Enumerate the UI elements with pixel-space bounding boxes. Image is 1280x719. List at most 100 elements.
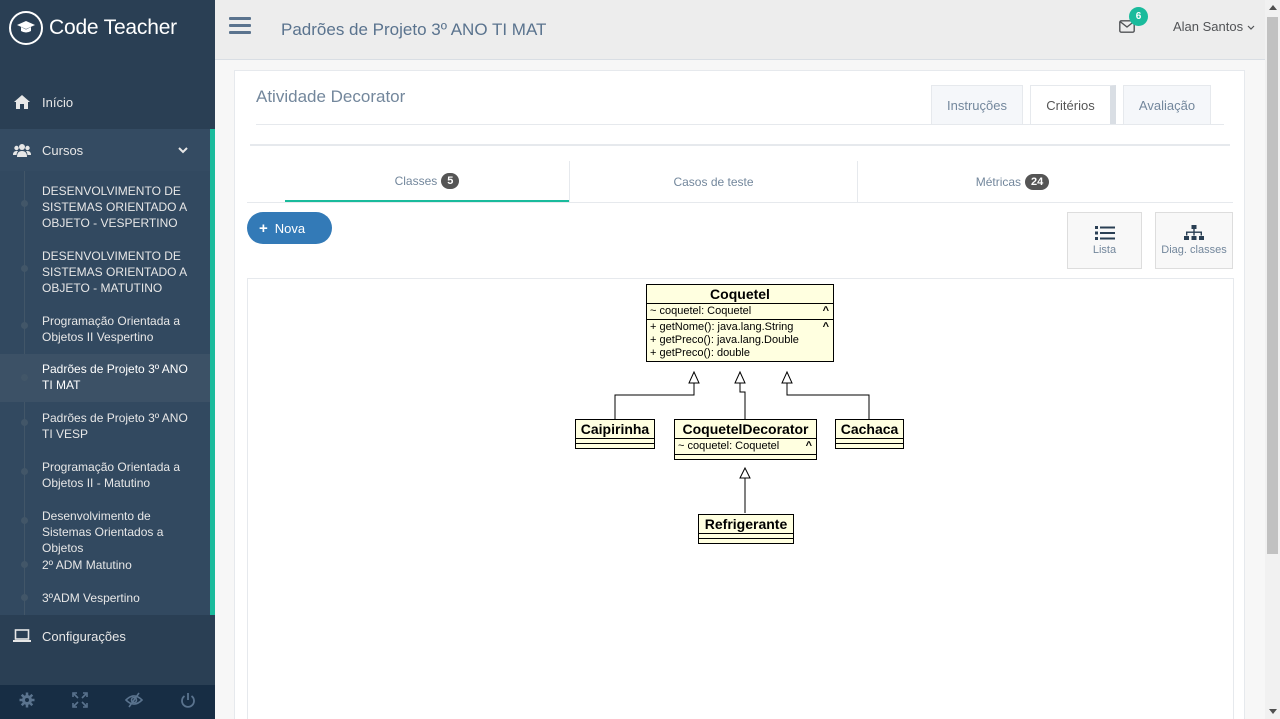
- settings-gear-icon[interactable]: [19, 692, 35, 713]
- sidebar-item-label: Configurações: [42, 628, 126, 644]
- method: + getPreco(): double: [650, 347, 750, 359]
- bullet-icon: [21, 468, 28, 475]
- notification-badge[interactable]: 6: [1129, 7, 1148, 26]
- course-item[interactable]: DESENVOLVIMENTO DE SISTEMAS ORIENTADO A …: [0, 248, 210, 296]
- class-methods: [836, 443, 903, 448]
- course-item-active[interactable]: Padrões de Projeto 3º ANO TI MAT: [0, 354, 210, 402]
- tab-avaliacao[interactable]: Avaliação: [1123, 85, 1211, 125]
- collapse-icon[interactable]: ^: [806, 440, 812, 453]
- tab-label: Casos de teste: [673, 175, 754, 189]
- page-scrollbar[interactable]: [1265, 0, 1280, 719]
- method: + getPreco(): java.lang.Double: [650, 334, 799, 346]
- tab-casos-de-teste[interactable]: Casos de teste: [569, 161, 857, 203]
- class-methods: [576, 443, 654, 448]
- course-label: Programação Orientada a Objetos II - Mat…: [42, 460, 181, 490]
- new-class-button[interactable]: + Nova: [247, 212, 332, 244]
- course-item[interactable]: Padrões de Projeto 3º ANO TI VESP: [0, 410, 210, 442]
- menu-toggle-icon[interactable]: [229, 17, 251, 37]
- scroll-up-icon[interactable]: [1269, 5, 1277, 10]
- sidebar-item-label: Cursos: [42, 142, 84, 158]
- count-badge: 5: [441, 172, 460, 189]
- laptop-icon: [13, 627, 31, 645]
- top-navbar: Padrões de Projeto 3º ANO TI MAT 6 Alan …: [215, 0, 1265, 60]
- course-label: Padrões de Projeto 3º ANO TI VESP: [42, 411, 188, 441]
- bullet-icon: [21, 265, 28, 272]
- page-title: Padrões de Projeto 3º ANO TI MAT: [281, 20, 547, 39]
- uml-class-cachaca[interactable]: Cachaca: [835, 419, 904, 449]
- tab-metricas[interactable]: Métricas 24: [857, 161, 1167, 203]
- user-name: Alan Santos: [1173, 19, 1244, 34]
- users-icon: [13, 141, 31, 159]
- sidebar-item-label: Início: [42, 94, 74, 110]
- divider: [256, 124, 1224, 125]
- tab-instrucoes[interactable]: Instruções: [931, 85, 1023, 125]
- bullet-icon: [21, 419, 28, 426]
- course-item[interactable]: 2º ADM Matutino: [0, 557, 210, 573]
- course-label: 2º ADM Matutino: [42, 558, 132, 572]
- sidebar: Code Teacher Início Cursos DESENVOLVIMEN…: [0, 0, 215, 719]
- course-item[interactable]: 3ºADM Vespertino: [0, 590, 210, 606]
- user-menu[interactable]: Alan Santos: [1173, 19, 1255, 34]
- uml-class-coquetel-decorator[interactable]: CoquetelDecorator ~ coquetel: Coquetel ^: [674, 419, 817, 460]
- bullet-icon: [21, 561, 28, 568]
- class-methods: [675, 454, 816, 459]
- bullet-icon: [21, 517, 28, 524]
- class-attributes: ~ coquetel: Coquetel ^: [647, 303, 833, 319]
- uml-class-caipirinha[interactable]: Caipirinha: [575, 419, 655, 449]
- course-label: 3ºADM Vespertino: [42, 591, 140, 605]
- class-diagram-button[interactable]: Diag. classes: [1155, 212, 1233, 269]
- class-methods: + getNome(): java.lang.String + getPreco…: [647, 319, 833, 361]
- brand[interactable]: Code Teacher: [0, 0, 215, 56]
- courses-submenu: DESENVOLVIMENTO DE SISTEMAS ORIENTADO A …: [0, 171, 215, 615]
- collapse-icon[interactable]: ^: [823, 305, 829, 318]
- chevron-down-icon: [1247, 19, 1255, 34]
- button-label: Diag. classes: [1161, 244, 1227, 256]
- class-name: Coquetel: [710, 286, 770, 302]
- course-label: Desenvolvimento de Sistemas Orientados a…: [42, 509, 164, 555]
- uml-class-coquetel[interactable]: Coquetel ~ coquetel: Coquetel ^ + getNom…: [646, 284, 834, 362]
- graduation-cap-icon: [9, 11, 43, 45]
- course-item[interactable]: Programação Orientada a Objetos II Vespe…: [0, 313, 210, 345]
- tab-label: Métricas: [975, 175, 1022, 189]
- eye-slash-icon[interactable]: [124, 692, 144, 713]
- divider: [247, 202, 1233, 203]
- chevron-down-icon: [178, 142, 188, 157]
- class-name: Cachaca: [840, 421, 899, 437]
- button-label: Lista: [1092, 244, 1117, 256]
- activity-panel: Atividade Decorator Instruções Critérios…: [234, 70, 1245, 719]
- sidebar-item-configuracoes[interactable]: Configurações: [0, 622, 215, 650]
- course-item[interactable]: Programação Orientada a Objetos II - Mat…: [0, 459, 210, 491]
- class-name: Caipirinha: [580, 421, 650, 437]
- list-view-button[interactable]: Lista: [1067, 212, 1142, 269]
- sidebar-footer: [0, 685, 215, 719]
- course-label: DESENVOLVIMENTO DE SISTEMAS ORIENTADO A …: [42, 249, 187, 295]
- plus-icon: +: [259, 219, 268, 237]
- class-name: CoquetelDecorator: [682, 421, 809, 437]
- bullet-icon: [21, 322, 28, 329]
- power-off-icon[interactable]: [180, 692, 196, 713]
- course-item[interactable]: DESENVOLVIMENTO DE SISTEMAS ORIENTADO A …: [0, 183, 210, 231]
- tab-classes[interactable]: Classes 5: [285, 161, 569, 203]
- activity-title: Atividade Decorator: [256, 87, 406, 106]
- list-icon: [1094, 225, 1115, 244]
- sitemap-icon: [1184, 225, 1204, 244]
- course-label: Padrões de Projeto 3º ANO TI MAT: [42, 362, 188, 392]
- attribute: ~ coquetel: Coquetel: [678, 440, 780, 452]
- bullet-icon: [21, 200, 28, 207]
- course-item[interactable]: Desenvolvimento de Sistemas Orientados a…: [0, 508, 210, 556]
- sidebar-item-inicio[interactable]: Início: [0, 88, 215, 116]
- class-attributes: ~ coquetel: Coquetel ^: [675, 438, 816, 454]
- sidebar-item-cursos[interactable]: Cursos: [0, 129, 215, 171]
- tab-criterios[interactable]: Critérios: [1030, 85, 1116, 125]
- attribute: ~ coquetel: Coquetel: [650, 305, 752, 317]
- uml-class-refrigerante[interactable]: Refrigerante: [698, 514, 794, 544]
- scroll-thumb[interactable]: [1267, 17, 1278, 554]
- course-label: Programação Orientada a Objetos II Vespe…: [42, 314, 181, 344]
- button-label: Nova: [274, 220, 306, 236]
- fullscreen-icon[interactable]: [72, 691, 88, 713]
- class-diagram-canvas[interactable]: Coquetel ~ coquetel: Coquetel ^ + getNom…: [247, 278, 1234, 719]
- collapse-icon[interactable]: ^: [823, 321, 829, 334]
- class-methods: [699, 538, 793, 543]
- scroll-down-icon[interactable]: [1269, 709, 1277, 714]
- bullet-icon: [21, 374, 28, 381]
